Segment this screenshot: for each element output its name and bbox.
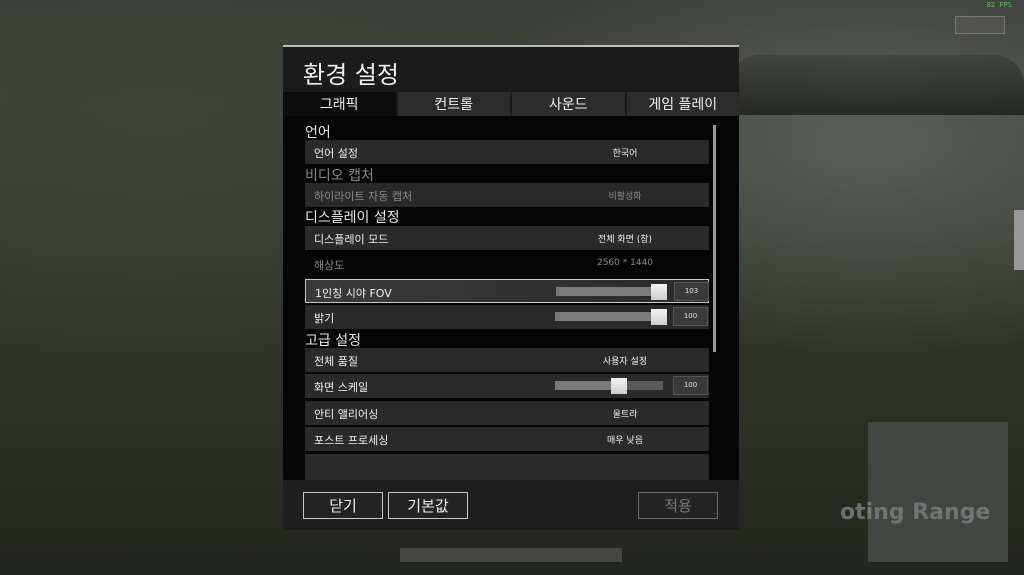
background-sign-text: oting Range [840, 500, 991, 525]
brightness-slider-thumb[interactable] [651, 309, 667, 325]
row-anti-aliasing[interactable]: 안티 앨리어싱 울트라 [305, 401, 709, 425]
row-post-processing[interactable]: 포스트 프로세싱 매우 낮음 [305, 427, 709, 451]
section-header-language: 언어 [305, 125, 331, 141]
fov-label: 1인칭 시야 FOV [315, 287, 392, 300]
dialog-footer: 닫기 기본값 적용 [283, 480, 739, 530]
fov-slider[interactable] [556, 284, 667, 300]
tab-gameplay[interactable]: 게임 플레이 [626, 92, 739, 116]
row-highlight-auto-capture: 하이라이트 자동 캡처 비활성화 [305, 183, 709, 207]
overall-quality-label: 전체 품질 [314, 355, 358, 368]
settings-tabs: 그래픽 컨트롤 사운드 게임 플레이 [283, 92, 739, 116]
section-header-video-capture: 비디오 캡처 [305, 168, 374, 184]
section-header-advanced: 고급 설정 [305, 333, 361, 349]
screen-scale-value-box[interactable]: 100 [673, 376, 708, 395]
tab-sound[interactable]: 사운드 [512, 92, 627, 116]
anti-aliasing-value: 울트라 [612, 410, 638, 420]
settings-scrollbar[interactable] [713, 125, 716, 352]
brightness-label: 밝기 [314, 312, 335, 325]
resolution-label: 해상도 [314, 259, 345, 272]
background-treeline [730, 55, 1024, 115]
section-header-display: 디스플레이 설정 [305, 210, 400, 226]
post-processing-label: 포스트 프로세싱 [314, 434, 389, 447]
fov-slider-fill [556, 287, 659, 296]
screen-scale-label: 화면 스케일 [314, 381, 369, 394]
apply-button[interactable]: 적용 [638, 492, 718, 519]
language-setting-value: 한국어 [612, 149, 638, 159]
hud-edge-marker [1014, 210, 1024, 270]
highlight-capture-label: 하이라이트 자동 캡처 [314, 190, 413, 203]
brightness-slider[interactable] [555, 309, 667, 325]
brightness-slider-fill [555, 312, 659, 321]
background-sign [868, 422, 1008, 562]
display-mode-label: 디스플레이 모드 [314, 233, 389, 246]
settings-content: 언어 언어 설정 한국어 비디오 캡처 하이라이트 자동 캡처 비활성화 디스플… [283, 116, 739, 480]
display-mode-value: 전체 화면 (창) [597, 235, 653, 245]
row-language-setting[interactable]: 언어 설정 한국어 [305, 140, 709, 164]
row-partial-next[interactable] [305, 454, 709, 480]
brightness-value-box[interactable]: 100 [673, 307, 708, 326]
row-display-mode[interactable]: 디스플레이 모드 전체 화면 (창) [305, 226, 709, 250]
resolution-value: 2560 * 1440 [596, 258, 654, 268]
row-screen-scale[interactable]: 화면 스케일 100 [305, 374, 709, 398]
tab-controls[interactable]: 컨트롤 [397, 92, 512, 116]
fps-counter: 82 FPS [986, 1, 1012, 9]
fov-slider-thumb[interactable] [651, 284, 667, 300]
screen-scale-slider[interactable] [555, 378, 663, 394]
post-processing-value: 매우 낮음 [607, 436, 643, 446]
row-fov[interactable]: 1인칭 시야 FOV 103 [305, 279, 709, 303]
default-button[interactable]: 기본값 [388, 492, 468, 519]
language-setting-label: 언어 설정 [314, 147, 358, 160]
tab-graphics[interactable]: 그래픽 [283, 92, 398, 116]
row-brightness[interactable]: 밝기 100 [305, 305, 709, 329]
hud-corner-widget [955, 16, 1005, 34]
highlight-capture-value: 비활성화 [608, 192, 642, 202]
fov-value-box[interactable]: 103 [674, 282, 709, 301]
screen-scale-slider-thumb[interactable] [611, 378, 627, 394]
dialog-title: 환경 설정 [303, 61, 399, 89]
screen-scale-slider-fill [555, 381, 619, 390]
anti-aliasing-label: 안티 앨리어싱 [314, 408, 379, 421]
close-button[interactable]: 닫기 [303, 492, 383, 519]
row-resolution: 해상도 2560 * 1440 [305, 252, 709, 276]
row-overall-quality[interactable]: 전체 품질 사용자 설정 [305, 348, 709, 372]
overall-quality-value: 사용자 설정 [602, 357, 648, 367]
background-bottom-bar [400, 548, 622, 562]
settings-dialog: 환경 설정 그래픽 컨트롤 사운드 게임 플레이 언어 언어 설정 한국어 비디… [283, 45, 739, 530]
